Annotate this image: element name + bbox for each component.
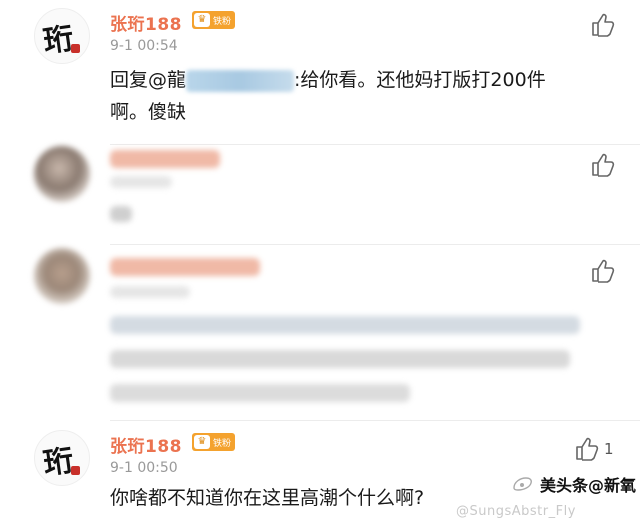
comment-item: 珩 张珩188 ♛ 铁粉 9-1 00:54 回复@龍:给你看。还他妈打版打20… [0,0,640,148]
like-button[interactable] [590,258,618,284]
blurred-comment-text [110,316,580,334]
blurred-comment-text [110,350,570,368]
timestamp: 9-1 00:50 [110,460,178,476]
blurred-timestamp [110,286,190,298]
divider [110,420,640,421]
avatar[interactable]: 珩 [34,8,90,64]
seal-icon [71,44,80,53]
seal-icon [71,466,80,475]
comment-item [0,246,640,424]
fan-badge: ♛ 铁粉 [192,11,236,29]
thumbs-up-icon [592,153,615,177]
username[interactable]: 张珩188 [110,432,182,457]
comment-item [0,140,640,246]
blurred-timestamp [110,176,172,188]
avatar[interactable]: 珩 [34,430,90,486]
watermark-logo-icon [510,470,536,494]
blurred-username [110,150,220,168]
avatar[interactable] [34,146,90,202]
divider [110,244,640,245]
blurred-comment-text [110,206,132,222]
blurred-username [110,258,260,276]
watermark-handle: @SungsAbstr_Fly [456,504,576,519]
reply-mention[interactable]: 龍 [167,69,186,91]
like-button[interactable] [574,436,602,462]
username[interactable]: 张珩188 [110,10,182,35]
thumbs-up-icon [592,13,615,37]
timestamp: 9-1 00:54 [110,38,178,54]
blurred-comment-text [110,384,410,402]
calligraphy-logo-icon: 珩 [41,443,76,482]
calligraphy-logo-icon: 珩 [41,21,76,60]
fan-badge: ♛ 铁粉 [192,433,236,451]
watermark-brand: 美头条@新氧 [540,476,637,495]
crown-icon: ♛ [194,435,210,449]
like-button[interactable] [590,12,618,38]
redacted-username [186,69,295,92]
comment-text: 回复@龍:给你看。还他妈打版打200件 啊。傻缺 [110,69,546,123]
like-button[interactable] [590,152,618,178]
avatar[interactable] [34,248,90,304]
crown-icon: ♛ [194,13,210,27]
thumbs-up-icon [576,437,599,461]
like-count: 1 [604,440,614,458]
thumbs-up-icon [592,259,615,283]
